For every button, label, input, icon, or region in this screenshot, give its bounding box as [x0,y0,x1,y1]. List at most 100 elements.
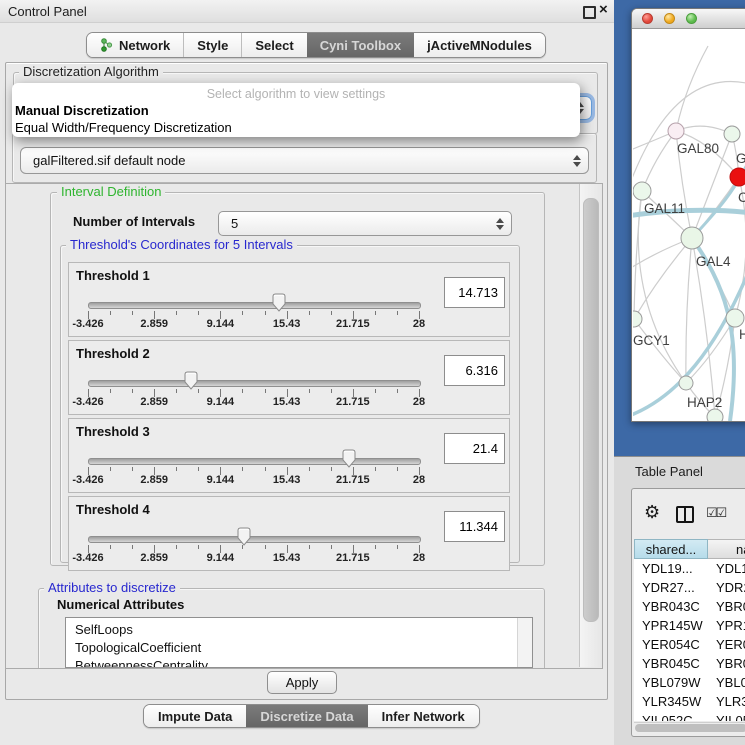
attributes-group-label: Attributes to discretize [44,581,180,595]
slider-track[interactable] [88,536,421,543]
cell-shared-name: YIL052C [642,711,708,721]
slider-track[interactable] [88,302,421,309]
cell-name: YIL052C [716,711,745,721]
tick-label: -3.426 [66,474,110,486]
table-hscrollbar[interactable] [634,722,745,733]
node-label: H [739,327,745,342]
slider-handle[interactable] [342,449,356,468]
table-row[interactable]: YDL19...YDL19... [634,559,745,578]
tick-label: 21.715 [331,552,375,564]
slider-handle[interactable] [272,293,286,312]
node-red[interactable] [730,168,745,186]
table-row[interactable]: YLR345WYLR345W [634,692,745,711]
table-row[interactable]: YER054CYER054C [634,635,745,654]
checkbox-pair-icon[interactable]: ☑☑ [706,505,725,521]
network-edge[interactable] [638,191,686,383]
network-window-titlebar[interactable] [632,9,745,29]
numerical-attributes-label: Numerical Attributes [57,597,184,612]
node-hap2[interactable] [679,376,693,390]
settings-gear-icon[interactable]: ⚙ [644,503,660,521]
minor-tick [110,467,111,471]
table-panel-title: Table Panel [635,464,703,479]
tab-infer-network[interactable]: Infer Network [368,705,479,727]
minor-tick [242,467,243,471]
tick-label: 28 [397,396,441,408]
threshold-label: Threshold 2 [76,346,150,361]
tab-discretize-data[interactable]: Discretize Data [246,705,367,727]
minor-tick [375,467,376,471]
network-edge[interactable] [634,191,642,319]
node-gcy1[interactable] [633,311,642,327]
minor-tick [110,389,111,393]
table-row[interactable]: YBR043CYBR043C [634,597,745,616]
table-row[interactable]: YIL052C YIL052C [634,711,745,721]
close-icon[interactable]: × [599,1,608,18]
tab-cyni-toolbox[interactable]: Cyni Toolbox [307,33,414,57]
threshold-value-field[interactable]: 6.316 [444,355,505,386]
zoom-traffic-light-icon[interactable] [686,13,697,24]
tab-network[interactable]: Network [87,33,183,57]
cell-name: YBR043C [716,597,745,616]
slider-handle[interactable] [184,371,198,390]
attribute-list-item[interactable]: SelfLoops [75,621,133,639]
minor-tick [176,311,177,315]
tab-select[interactable]: Select [241,33,306,57]
control-panel-titlebar: Control Panel × [0,0,614,23]
node-top-right[interactable] [724,126,740,142]
tick-label: 15.43 [265,552,309,564]
split-table-icon[interactable] [676,506,694,523]
tick-label: 2.859 [132,474,176,486]
top-tab-bar: NetworkStyleSelectCyni ToolboxjActiveMNo… [86,32,546,58]
restore-icon[interactable] [583,6,596,19]
slider-handle[interactable] [237,527,251,546]
network-edge[interactable] [642,131,676,191]
settings-scrollbar[interactable] [579,184,602,667]
panel-title: Control Panel [8,4,87,19]
network-edge[interactable] [676,46,708,131]
dropdown-option[interactable]: Equal Width/Frequency Discretization [15,120,232,135]
minor-tick [198,545,199,549]
node-label: GAL80 [677,141,719,156]
cell-name: YBL079W [716,673,745,692]
num-intervals-combo[interactable]: 5 [218,211,512,236]
node-bottom[interactable] [707,409,723,421]
screen: Control Panel × NetworkStyleSelectCyni T… [0,0,745,745]
node-gal4[interactable] [681,227,703,249]
table-row[interactable]: YBR045CYBR045C [634,654,745,673]
apply-button[interactable]: Apply [267,671,337,694]
threshold-value-field[interactable]: 11.344 [444,511,505,542]
scrollbar-thumb[interactable] [583,198,599,622]
column-header-shared-name[interactable]: shared... [634,539,708,559]
close-traffic-light-icon[interactable] [642,13,653,24]
tab-impute-data[interactable]: Impute Data [144,705,246,727]
dropdown-option[interactable]: Manual Discretization [15,103,149,118]
threshold-value-field[interactable]: 14.713 [444,277,505,308]
tab-jactivemnodules[interactable]: jActiveMNodules [414,33,545,57]
slider-track[interactable] [88,458,421,465]
column-header-name[interactable]: name [708,539,745,559]
cell-name: YER054C [716,635,745,654]
network-edge[interactable] [686,238,692,383]
table-row[interactable]: YDR27...YDR27... [634,578,745,597]
table-data-combo[interactable]: galFiltered.sif default node [20,147,589,174]
minor-tick [331,467,332,471]
node-gal11[interactable] [633,182,651,200]
tab-style[interactable]: Style [183,33,241,57]
table-rows: YDL19...YDL19...YDR27...YDR27...YBR043CY… [634,559,745,721]
table-row[interactable]: YPR145WYPR145W [634,616,745,635]
slider-track[interactable] [88,380,421,387]
table-row[interactable]: YBL079WYBL079W [634,673,745,692]
attributes-list-scrollbar[interactable] [517,618,532,667]
node-h[interactable] [726,309,744,327]
interval-group-label: Interval Definition [57,185,165,199]
attribute-list-item[interactable]: BetweennessCentrality [75,657,208,668]
minor-tick [198,467,199,471]
attributes-list[interactable]: SelfLoopsTopologicalCoefficientBetweenne… [65,617,533,668]
network-view[interactable]: GAL80GACGAL11GAL4GCY1HHAP2 [633,28,745,421]
threshold-value-field[interactable]: 21.4 [444,433,505,464]
node-gal80[interactable] [668,123,684,139]
attribute-list-item[interactable]: TopologicalCoefficient [75,639,201,657]
network-edge[interactable] [634,319,686,383]
minimize-traffic-light-icon[interactable] [664,13,675,24]
scrollbar-thumb[interactable] [635,724,745,732]
